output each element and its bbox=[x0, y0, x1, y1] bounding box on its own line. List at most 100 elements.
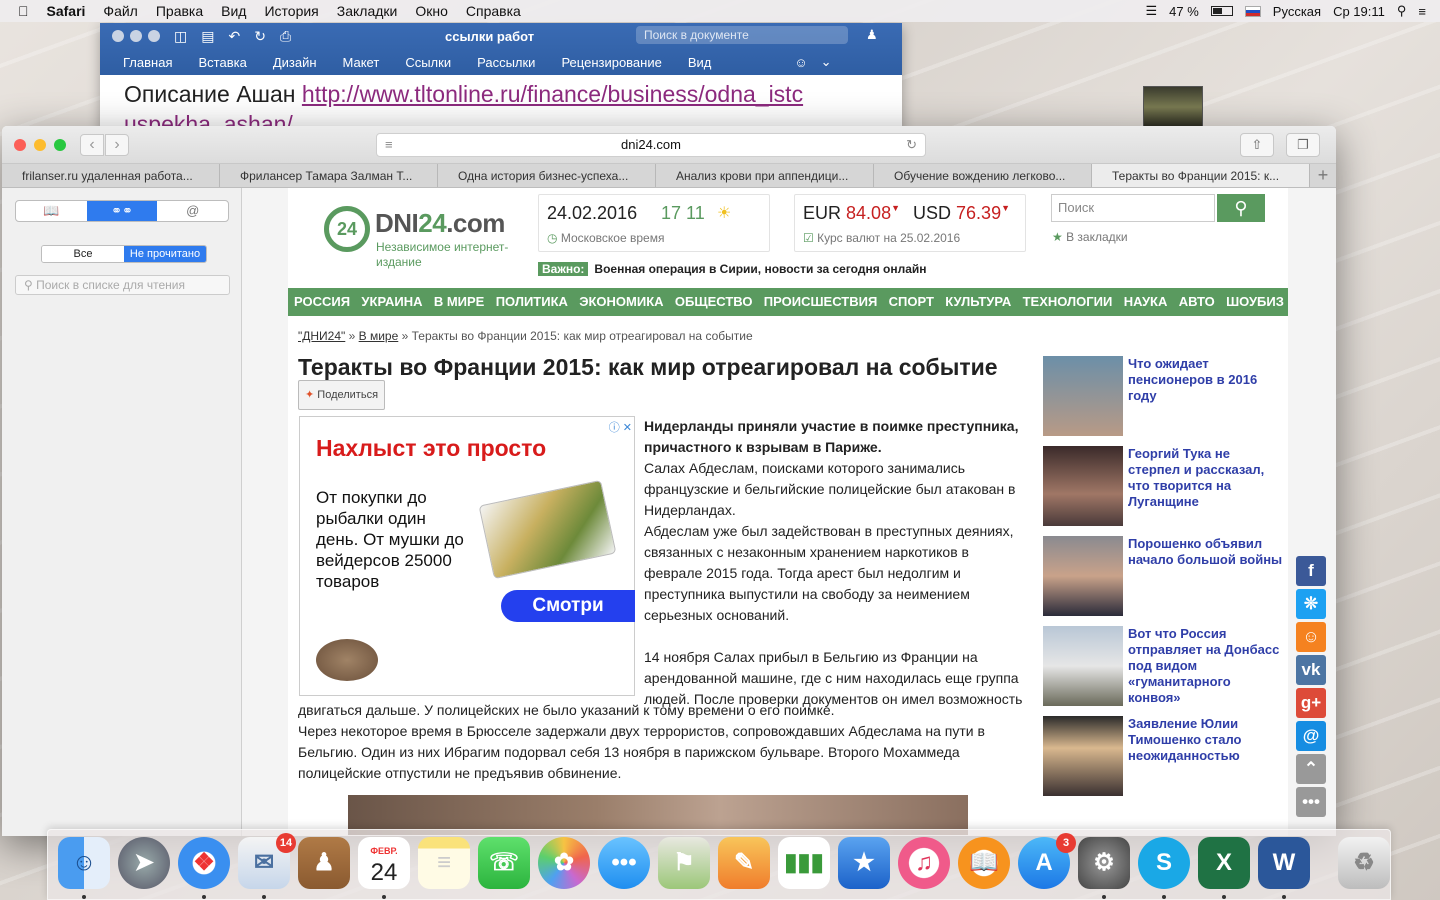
mail-ru-icon[interactable]: @ bbox=[1296, 721, 1326, 751]
nav-sport[interactable]: СПОРТ bbox=[889, 288, 934, 316]
word-search-field[interactable]: Поиск в документе bbox=[636, 26, 848, 44]
finder-icon[interactable]: ☺ bbox=[58, 837, 110, 899]
nav-science[interactable]: НАУКА bbox=[1124, 288, 1168, 316]
ribbon-review[interactable]: Рецензирование bbox=[561, 55, 661, 70]
filter-unread[interactable]: Не прочитано bbox=[124, 246, 206, 262]
safari-icon[interactable]: ❖ bbox=[178, 837, 230, 899]
news-link[interactable]: Вот что Россия отправляет на Донбасс под… bbox=[1128, 626, 1283, 716]
tab-3[interactable]: Одна история бизнес-успеха... bbox=[438, 164, 656, 187]
tab-5[interactable]: Обучение вождению легково... bbox=[874, 164, 1092, 187]
launchpad-icon[interactable]: ➤ bbox=[118, 837, 170, 889]
mail-icon[interactable]: ✉ 14 bbox=[238, 833, 296, 899]
add-bookmark-link[interactable]: ★ В закладки bbox=[1052, 230, 1128, 244]
news-thumbnail[interactable] bbox=[1043, 356, 1123, 436]
nav-world[interactable]: В МИРЕ bbox=[434, 288, 485, 316]
shared-links-icon[interactable]: @ bbox=[157, 201, 228, 221]
news-thumbnail[interactable] bbox=[1043, 446, 1123, 526]
word-close-button[interactable] bbox=[112, 30, 124, 42]
reader-icon[interactable]: ≡ bbox=[385, 134, 393, 156]
numbers-icon[interactable]: ▮▮▮ bbox=[778, 837, 830, 889]
menu-edit[interactable]: Правка bbox=[156, 3, 203, 19]
word-zoom-button[interactable] bbox=[148, 30, 160, 42]
ribbon-home[interactable]: Главная bbox=[123, 55, 172, 70]
share-button[interactable]: ✦ Поделиться bbox=[298, 380, 386, 410]
minimize-button[interactable] bbox=[34, 139, 46, 151]
nav-ukraine[interactable]: УКРАИНА bbox=[361, 288, 422, 316]
input-language[interactable]: Русская bbox=[1273, 4, 1321, 19]
undo-icon[interactable]: ↶ bbox=[228, 28, 240, 45]
ad-choices-icon[interactable]: ⓘ ✕ bbox=[609, 419, 632, 435]
menu-help[interactable]: Справка bbox=[466, 3, 521, 19]
tabs-overview-icon[interactable]: ❐ bbox=[1286, 133, 1320, 157]
google-plus-icon[interactable]: g+ bbox=[1296, 688, 1326, 718]
nav-culture[interactable]: КУЛЬТУРА bbox=[945, 288, 1011, 316]
calendar-icon[interactable]: ФЕВР. 24 bbox=[358, 837, 410, 899]
advertisement[interactable]: ⓘ ✕ Нахлыст это просто От покупки до рыб… bbox=[299, 416, 635, 696]
tab-4[interactable]: Анализ крови при аппендици... bbox=[656, 164, 874, 187]
app-store-icon[interactable]: A3 bbox=[1018, 833, 1076, 889]
notes-icon[interactable]: ≡ bbox=[418, 837, 470, 889]
tab-1[interactable]: frilanser.ru удаленная работа... bbox=[2, 164, 220, 187]
apple-icon[interactable]:  bbox=[18, 3, 29, 19]
smiley-icon[interactable]: ☺ bbox=[794, 55, 807, 70]
battery-icon[interactable] bbox=[1210, 6, 1233, 16]
news-link[interactable]: Заявление Юлии Тимошенко стало неожиданн… bbox=[1128, 716, 1283, 806]
battery-percent[interactable]: 47 % bbox=[1169, 4, 1199, 19]
trash-icon[interactable]: ♻ bbox=[1338, 837, 1390, 889]
news-thumbnail[interactable] bbox=[1043, 536, 1123, 616]
clock[interactable]: Ср 19:11 bbox=[1333, 4, 1385, 19]
bookmarks-icon[interactable]: 📖 bbox=[16, 201, 87, 221]
spotlight-icon[interactable]: ⚲ bbox=[1397, 3, 1407, 19]
nav-technology[interactable]: ТЕХНОЛОГИИ bbox=[1023, 288, 1113, 316]
flag-icon[interactable] bbox=[1244, 5, 1261, 17]
breadcrumb-home[interactable]: "ДНИ24" bbox=[298, 329, 345, 343]
filter-all[interactable]: Все bbox=[42, 246, 124, 262]
new-tab-button[interactable]: + bbox=[1310, 164, 1336, 187]
menu-history[interactable]: История bbox=[264, 3, 318, 19]
pages-icon[interactable]: ✎ bbox=[718, 837, 770, 889]
forward-button[interactable]: › bbox=[105, 134, 129, 156]
keynote-icon[interactable]: ★ bbox=[838, 837, 890, 889]
close-button[interactable] bbox=[14, 139, 26, 151]
news-thumbnail[interactable] bbox=[1043, 716, 1123, 796]
facetime-icon[interactable]: ☏ bbox=[478, 837, 530, 889]
twitter-icon[interactable]: ❊ bbox=[1296, 589, 1326, 619]
contacts-icon[interactable]: ♟ bbox=[298, 837, 350, 889]
zoom-button[interactable] bbox=[54, 139, 66, 151]
print-icon[interactable]: ⎙ bbox=[280, 28, 291, 45]
reload-icon[interactable]: ↻ bbox=[906, 134, 917, 156]
news-link[interactable]: Порошенко объявил начало большой войны bbox=[1128, 536, 1283, 626]
list-item[interactable]: Порошенко объявил начало большой войны bbox=[1043, 536, 1283, 626]
news-link[interactable]: Георгий Тука не стерпел и рассказал, что… bbox=[1128, 446, 1283, 536]
vk-icon[interactable]: vk bbox=[1296, 655, 1326, 685]
nav-incidents[interactable]: ПРОИСШЕСТВИЯ bbox=[764, 288, 878, 316]
doc-link[interactable]: http://www.tltonline.ru/finance/business… bbox=[302, 81, 803, 107]
ribbon-references[interactable]: Ссылки bbox=[405, 55, 451, 70]
notification-center-icon[interactable]: ≡ bbox=[1418, 4, 1426, 19]
nav-economy[interactable]: ЭКОНОМИКА bbox=[579, 288, 663, 316]
important-text[interactable]: Военная операция в Сирии, новости за сег… bbox=[594, 262, 926, 276]
excel-icon[interactable]: X bbox=[1198, 837, 1250, 899]
breadcrumb-world[interactable]: В мире bbox=[359, 329, 399, 343]
menu-view[interactable]: Вид bbox=[221, 3, 246, 19]
site-search-input[interactable]: Поиск bbox=[1051, 194, 1215, 222]
site-search-button[interactable]: ⚲ bbox=[1217, 194, 1265, 222]
redo-icon[interactable]: ↻ bbox=[254, 28, 266, 45]
wifi-icon[interactable]: ☰ bbox=[1146, 3, 1158, 19]
news-link[interactable]: Что ожидает пенсионеров в 2016 году bbox=[1128, 356, 1283, 446]
scroll-up-icon[interactable]: ⌃ bbox=[1296, 754, 1326, 784]
menu-app-name[interactable]: Safari bbox=[47, 3, 86, 19]
photos-icon[interactable]: ✿ bbox=[538, 837, 590, 889]
itunes-icon[interactable]: ♫ bbox=[898, 837, 950, 889]
important-news[interactable]: Важно: Военная операция в Сирии, новости … bbox=[538, 262, 927, 276]
word-minimize-button[interactable] bbox=[130, 30, 142, 42]
nav-russia[interactable]: РОССИЯ bbox=[294, 288, 350, 316]
desktop-image-thumbnail[interactable] bbox=[1143, 86, 1203, 128]
maps-icon[interactable]: ⚑ bbox=[658, 837, 710, 889]
list-item[interactable]: Вот что Россия отправляет на Донбасс под… bbox=[1043, 626, 1283, 716]
menu-window[interactable]: Окно bbox=[415, 3, 448, 19]
word-icon[interactable]: W bbox=[1258, 837, 1310, 899]
menu-file[interactable]: Файл bbox=[103, 3, 137, 19]
site-logo[interactable]: 24 DNI24.com Независимое интернет-издани… bbox=[324, 202, 514, 272]
system-preferences-icon[interactable]: ⚙ bbox=[1078, 837, 1130, 899]
